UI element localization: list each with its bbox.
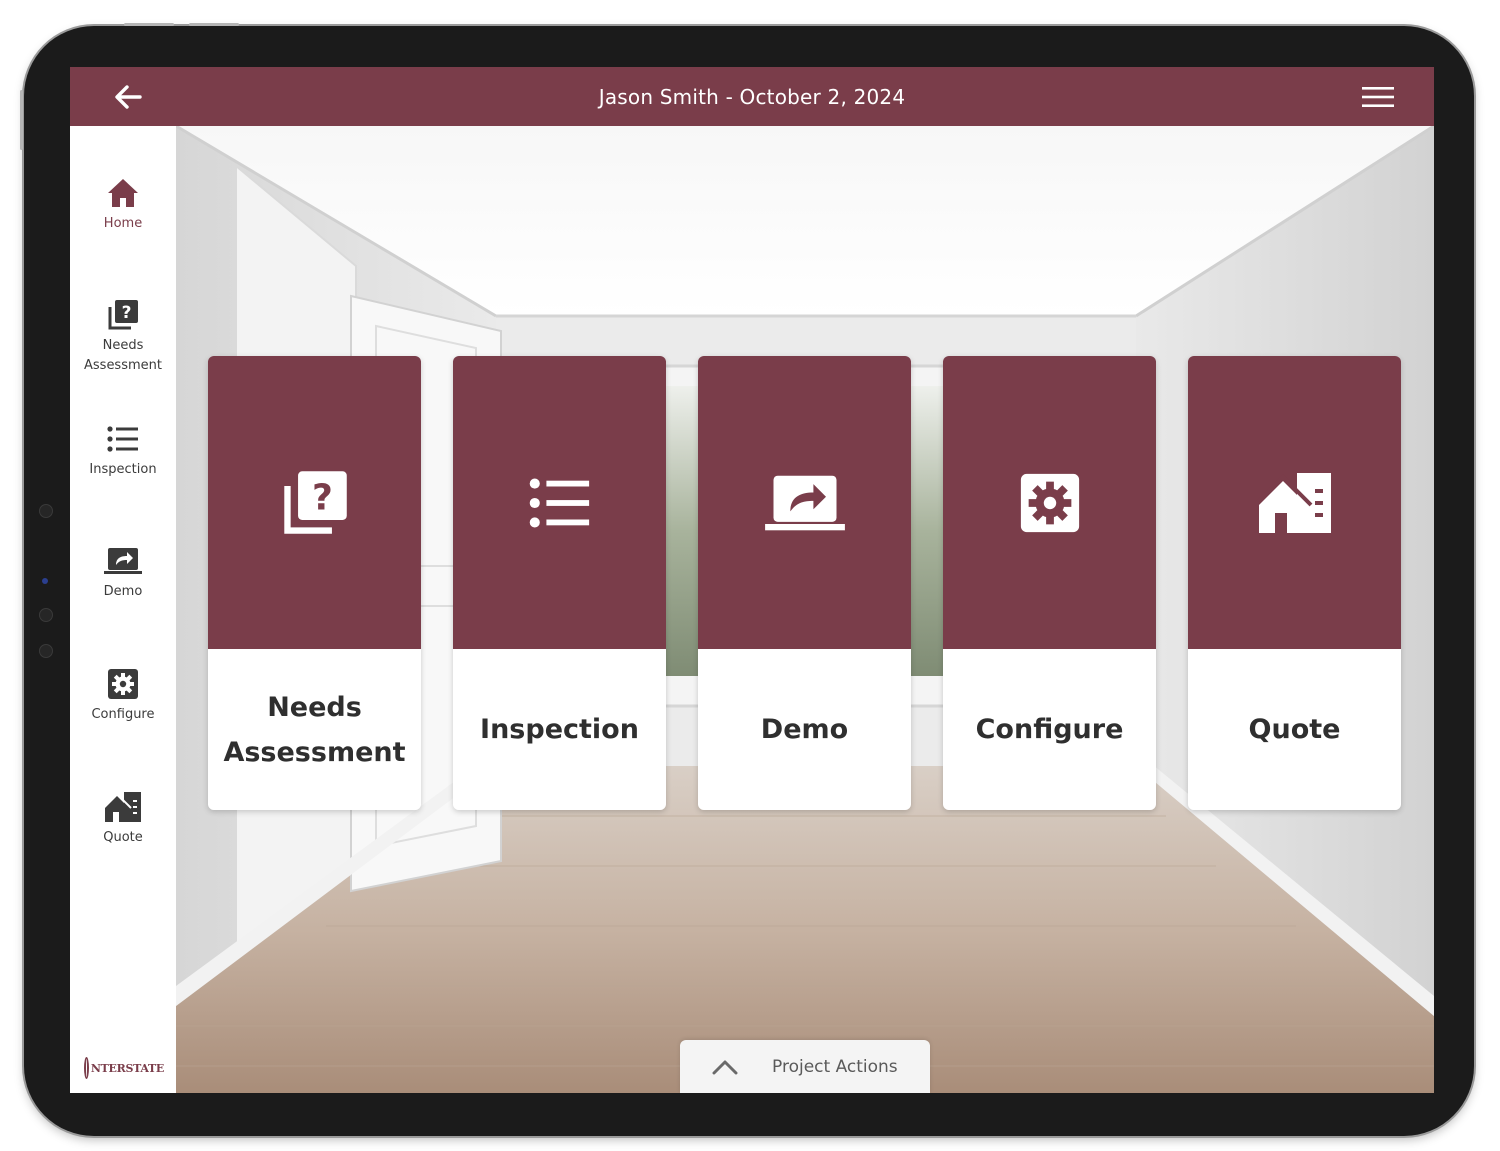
sidebar-item-home[interactable]: Home: [70, 176, 176, 234]
card-label-area: Demo: [698, 649, 911, 810]
sidebar-item-label: Quote: [103, 830, 143, 845]
top-bar: Jason Smith - October 2, 2024: [70, 67, 1434, 126]
sidebar-item-configure[interactable]: Configure: [70, 667, 176, 725]
card-label: Needs Assessment: [223, 691, 406, 768]
sidebar-item-demo[interactable]: Demo: [70, 544, 176, 602]
card-label: Inspection: [480, 714, 639, 745]
card-label-area: Needs Assessment: [208, 649, 421, 810]
svg-text:?: ?: [122, 303, 132, 323]
house-quote-icon: [1254, 472, 1331, 533]
chevron-up-icon: [712, 1057, 738, 1077]
card-label-area: Inspection: [453, 649, 666, 810]
card-label: Configure: [975, 714, 1124, 745]
home-icon: [108, 179, 138, 207]
question-docs-icon: ?: [108, 300, 138, 330]
sidebar-item-label: Inspection: [89, 462, 157, 477]
camera-dot: [39, 504, 53, 518]
screen-share-icon: [104, 548, 142, 574]
camera-lens: [39, 608, 53, 622]
question-docs-icon: ?: [283, 470, 347, 534]
card-quote[interactable]: Quote: [1188, 356, 1401, 810]
app-screen: Jason Smith - October 2, 2024 Home ? Nee…: [70, 67, 1434, 1093]
company-logo: NTERSTATE: [84, 1055, 164, 1081]
sidebar: Home ? Needs Assessment Inspection Demo …: [70, 126, 176, 1093]
power-button-top-2: [189, 23, 239, 26]
sidebar-item-label: Home: [103, 216, 143, 231]
card-icon-area: [698, 356, 911, 649]
list-icon: [107, 426, 138, 452]
list-icon: [529, 478, 589, 527]
sidebar-item-needs-assessment[interactable]: ? Needs Assessment: [70, 298, 176, 376]
card-icon-area: [453, 356, 666, 649]
sidebar-item-label: Needs Assessment: [84, 338, 162, 373]
sidebar-item-inspection[interactable]: Inspection: [70, 422, 176, 480]
page-title: Jason Smith - October 2, 2024: [598, 85, 906, 109]
card-icon-area: [943, 356, 1156, 649]
card-icon-area: [1188, 356, 1401, 649]
module-cards: ? Needs Assessment Inspection Demo Confi…: [176, 126, 1434, 1093]
card-label-area: Quote: [1188, 649, 1401, 810]
sidebar-item-label: Demo: [103, 584, 143, 599]
card-label: Demo: [760, 714, 849, 745]
sidebar-item-label: Configure: [91, 707, 155, 722]
svg-text:?: ?: [311, 477, 332, 518]
screen-share-icon: [764, 475, 845, 530]
card-inspection[interactable]: Inspection: [453, 356, 666, 810]
card-icon-area: ?: [208, 356, 421, 649]
card-configure[interactable]: Configure: [943, 356, 1156, 810]
hamburger-menu-icon: [1362, 87, 1394, 107]
power-button-top: [124, 23, 174, 26]
card-label: Quote: [1248, 714, 1341, 745]
logo-text: NTERSTATE: [90, 1061, 164, 1075]
gear-box-icon: [108, 669, 138, 699]
menu-button[interactable]: [1360, 81, 1396, 113]
house-quote-icon: [103, 792, 141, 822]
project-actions-button[interactable]: Project Actions: [680, 1040, 930, 1093]
gear-box-icon: [1020, 473, 1079, 532]
card-needs-assessment[interactable]: ? Needs Assessment: [208, 356, 421, 810]
camera-dot-2: [39, 644, 53, 658]
card-label-area: Configure: [943, 649, 1156, 810]
room-background: ? Needs Assessment Inspection Demo Confi…: [176, 126, 1434, 1093]
volume-button: [20, 90, 23, 150]
camera-sensor: [42, 578, 48, 584]
project-actions-label: Project Actions: [772, 1056, 898, 1077]
logo-mark: [84, 1057, 89, 1079]
card-demo[interactable]: Demo: [698, 356, 911, 810]
sidebar-item-quote[interactable]: Quote: [70, 790, 176, 848]
